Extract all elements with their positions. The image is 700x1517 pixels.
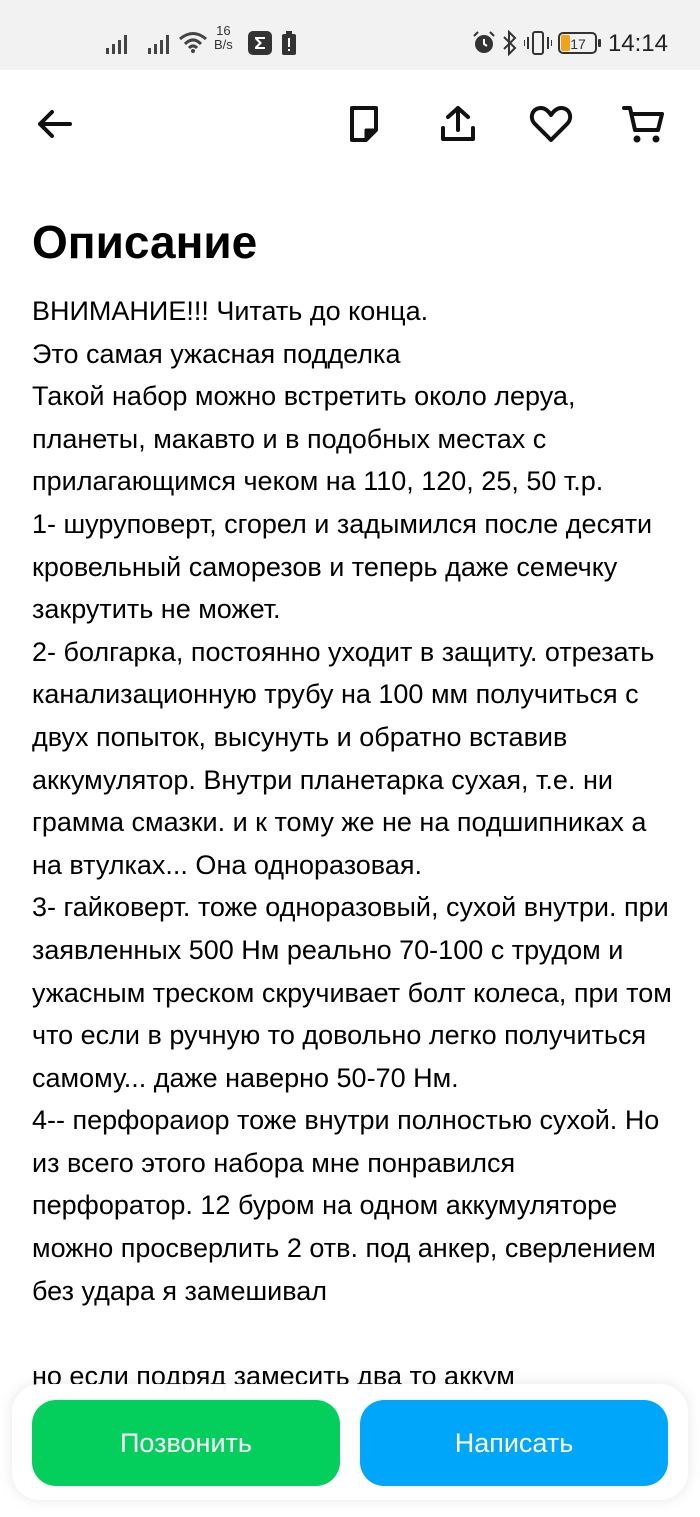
description-viewport: ВНИМАНИЕ!!! Читать до конца. Это самая у… xyxy=(0,0,700,1517)
bottom-action-bar: Позвонить Написать xyxy=(12,1384,688,1500)
write-message-button[interactable]: Написать xyxy=(360,1400,668,1486)
description-text: ВНИМАНИЕ!!! Читать до конца. Это самая у… xyxy=(32,296,672,1391)
call-button[interactable]: Позвонить xyxy=(32,1400,340,1486)
